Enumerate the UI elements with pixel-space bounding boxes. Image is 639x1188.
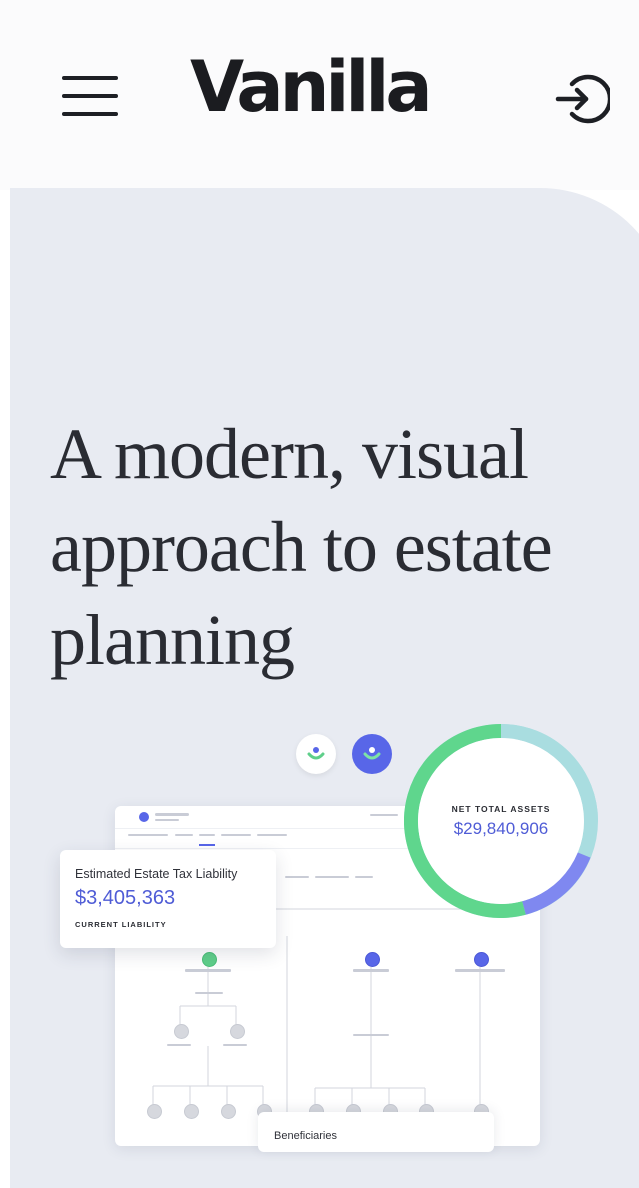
estate-tax-liability-card: Estimated Estate Tax Liability $3,405,36… — [60, 850, 276, 948]
assets-label: NET TOTAL ASSETS — [451, 804, 551, 814]
vanilla-mark-icon-light — [296, 734, 336, 774]
mockup-node — [184, 1104, 199, 1119]
net-total-assets-ring: NET TOTAL ASSETS $29,840,906 — [403, 724, 598, 918]
mockup-node-trust — [202, 952, 217, 967]
liability-amount: $3,405,363 — [75, 887, 176, 909]
vanilla-logo[interactable]: Vanilla — [190, 52, 433, 122]
mockup-node — [230, 1024, 245, 1039]
mockup-node — [174, 1024, 189, 1039]
hamburger-menu-icon[interactable] — [60, 72, 120, 120]
mockup-node — [147, 1104, 162, 1119]
vanilla-mark-icon-dark — [352, 734, 392, 774]
beneficiaries-label: Beneficiaries — [274, 1130, 337, 1142]
sign-in-arrow-icon[interactable] — [552, 70, 610, 128]
liability-label: Estimated Estate Tax Liability — [75, 867, 238, 881]
assets-amount: $29,840,906 — [453, 819, 549, 838]
mockup-node-estate — [474, 952, 489, 967]
beneficiaries-card: Beneficiaries — [258, 1112, 494, 1152]
site-header: Vanilla — [0, 0, 639, 190]
mockup-node-estate — [365, 952, 380, 967]
liability-sublabel: CURRENT LIABILITY — [75, 920, 167, 929]
mockup-node — [221, 1104, 236, 1119]
hero-title: A modern, visual approach to estate plan… — [50, 414, 553, 680]
